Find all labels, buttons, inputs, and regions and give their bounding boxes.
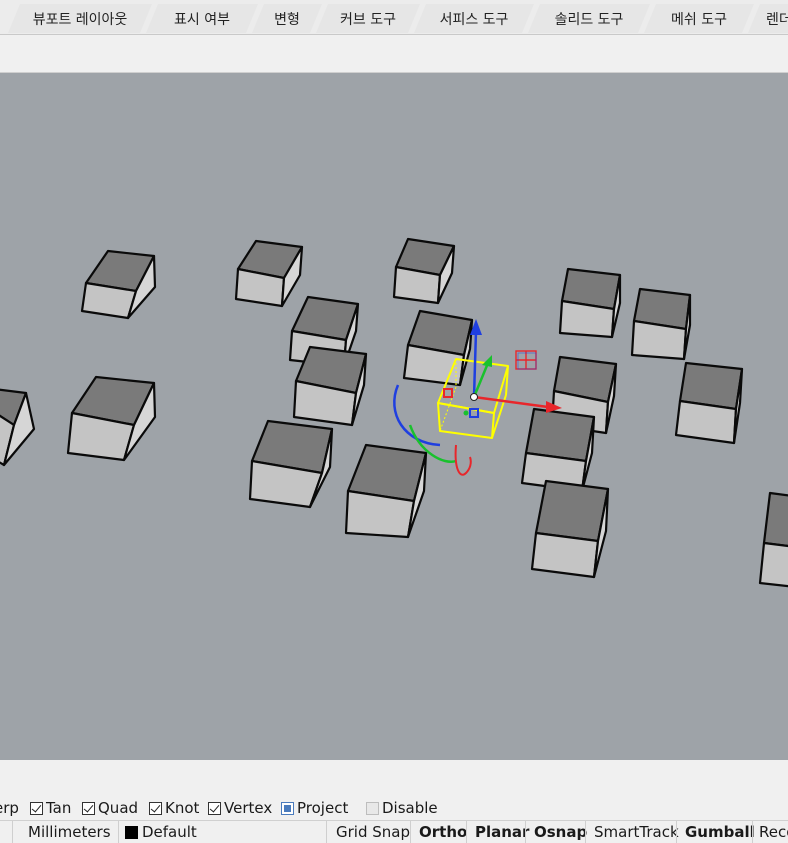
box-object[interactable] xyxy=(66,375,157,462)
tab-label: 표시 여부 xyxy=(174,11,230,28)
box-object[interactable] xyxy=(344,443,428,539)
tab-render[interactable]: 렌더 xyxy=(748,4,788,33)
box-object[interactable] xyxy=(558,267,622,339)
tab-transform[interactable]: 변형 xyxy=(252,4,322,33)
osnap-label: Project xyxy=(297,799,349,817)
perspective-viewport[interactable] xyxy=(0,72,788,760)
units-pane[interactable]: Millimeters xyxy=(12,821,118,843)
toggle-label: Planar xyxy=(475,823,530,841)
osnap-label: Knot xyxy=(165,799,200,817)
grid-snap-toggle[interactable]: Grid Snap xyxy=(326,821,410,843)
tab-surface-tools[interactable]: 서피스 도구 xyxy=(414,4,534,33)
osnap-label: Disable xyxy=(382,799,438,817)
toggle-label: Osnap xyxy=(534,823,588,841)
tab-label: 변형 xyxy=(274,11,300,28)
ortho-toggle[interactable]: Ortho xyxy=(410,821,468,843)
toggle-label: Ortho xyxy=(419,823,468,841)
tab-label: 서피스 도구 xyxy=(439,11,509,28)
osnap-toggle[interactable]: Osnap xyxy=(525,821,588,843)
gumball-toggle[interactable]: Gumball xyxy=(676,821,755,843)
toolbar-area xyxy=(0,35,788,71)
checkbox-checked-icon[interactable] xyxy=(149,801,162,815)
tab-solid-tools[interactable]: 솔리드 도구 xyxy=(528,4,650,33)
ribbon-tab-bar: 뷰포트 레이아웃 표시 여부 변형 커브 도구 서피스 도구 솔리드 도구 메쉬… xyxy=(0,0,788,35)
box-object[interactable] xyxy=(80,249,157,320)
osnap-vertex[interactable]: Vertex xyxy=(208,798,272,818)
tab-label: 메쉬 도구 xyxy=(671,11,727,28)
toggle-label: Reco xyxy=(759,823,788,841)
box-object[interactable] xyxy=(234,239,304,308)
box-object[interactable] xyxy=(674,361,744,445)
planar-toggle[interactable]: Planar xyxy=(466,821,529,843)
box-object[interactable] xyxy=(530,479,610,579)
checkbox-checked-icon[interactable] xyxy=(208,801,221,815)
tab-visibility[interactable]: 표시 여부 xyxy=(146,4,258,33)
osnap-bar: erp Tan Quad Knot Vertex Project Disable xyxy=(0,796,788,820)
checkbox-partial-icon[interactable] xyxy=(281,801,294,815)
box-object[interactable] xyxy=(392,237,456,305)
osnap-label: Quad xyxy=(98,799,139,817)
smarttrack-toggle[interactable]: SmartTrack xyxy=(585,821,679,843)
tab-curve-tools[interactable]: 커브 도구 xyxy=(316,4,420,33)
osnap-label: erp xyxy=(0,799,19,817)
tab-label: 뷰포트 레이아웃 xyxy=(32,11,128,28)
checkbox-disabled-icon[interactable] xyxy=(366,801,379,815)
layer-color-swatch xyxy=(125,825,138,839)
osnap-knot[interactable]: Knot xyxy=(149,798,199,818)
box-object[interactable] xyxy=(520,407,596,493)
units-label: Millimeters xyxy=(28,823,111,841)
tab-label: 렌더 xyxy=(766,11,779,28)
tab-mesh-tools[interactable]: 메쉬 도구 xyxy=(644,4,754,33)
box-object[interactable] xyxy=(248,419,334,509)
osnap-tan[interactable]: Tan xyxy=(30,798,71,818)
toggle-label: Gumball xyxy=(685,823,755,841)
status-bar: Millimeters Default Grid Snap Ortho Plan… xyxy=(0,820,788,843)
tab-label: 솔리드 도구 xyxy=(554,11,624,28)
checkbox-checked-icon[interactable] xyxy=(82,801,95,815)
osnap-label: Vertex xyxy=(224,799,273,817)
osnap-project[interactable]: Project xyxy=(281,798,348,818)
box-object[interactable] xyxy=(292,345,368,427)
box-object[interactable] xyxy=(0,388,36,467)
command-area xyxy=(0,760,788,796)
osnap-perp[interactable]: erp xyxy=(0,798,19,818)
osnap-disable[interactable]: Disable xyxy=(366,798,438,818)
box-object[interactable] xyxy=(630,287,692,361)
toggle-label: Grid Snap xyxy=(336,823,410,841)
box-object[interactable] xyxy=(402,309,474,387)
checkbox-checked-icon[interactable] xyxy=(30,801,43,815)
layer-pane[interactable]: Default xyxy=(118,821,326,843)
box-object[interactable] xyxy=(758,491,788,588)
tab-label: 커브 도구 xyxy=(340,11,396,28)
tab-viewport-layout[interactable]: 뷰포트 레이아웃 xyxy=(8,4,152,33)
osnap-label: Tan xyxy=(46,799,72,817)
record-history-toggle[interactable]: Reco xyxy=(752,821,788,843)
toggle-label: SmartTrack xyxy=(594,823,679,841)
scene-canvas[interactable] xyxy=(0,73,788,760)
layer-label: Default xyxy=(142,823,197,841)
osnap-quad[interactable]: Quad xyxy=(82,798,138,818)
